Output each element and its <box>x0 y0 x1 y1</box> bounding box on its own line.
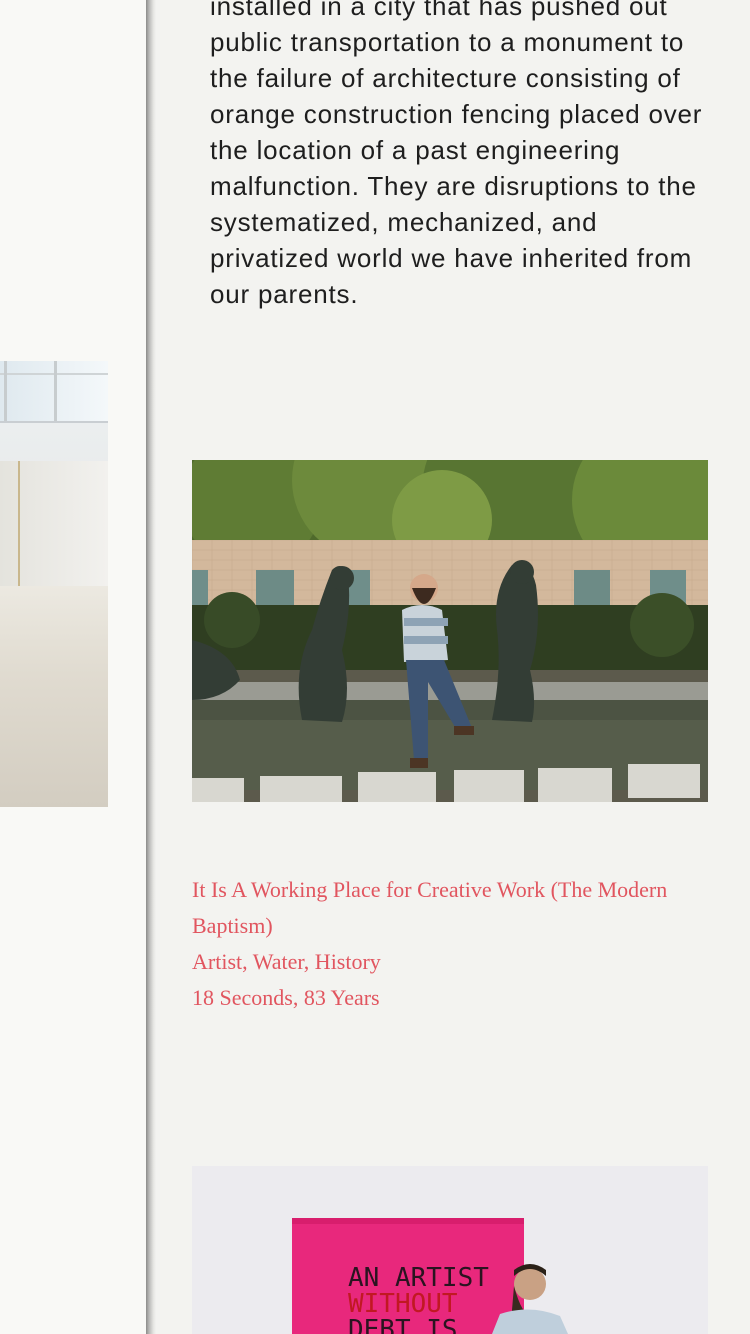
banner-scene: AN ARTIST WITHOUT DEBT IS <box>192 1166 708 1334</box>
panel-divider-shadow <box>146 0 156 1334</box>
left-panel <box>0 0 148 1334</box>
project-caption: It Is A Working Place for Creative Work … <box>192 872 722 1016</box>
gallery-wall <box>0 461 108 586</box>
project-photo[interactable] <box>192 460 708 802</box>
project-tags-link[interactable]: Artist, Water, History <box>192 944 722 980</box>
gallery-room-image[interactable] <box>0 361 108 807</box>
banner-photo[interactable]: AN ARTIST WITHOUT DEBT IS <box>192 1166 708 1334</box>
project-title-link[interactable]: It Is A Working Place for Creative Work … <box>192 872 722 944</box>
intro-paragraph: installed in a city that has pushed out … <box>210 0 703 309</box>
banner-line-3: DEBT IS <box>348 1315 458 1334</box>
project-duration-link[interactable]: 18 Seconds, 83 Years <box>192 980 722 1016</box>
fountain-scene <box>192 460 708 802</box>
gallery-floor <box>0 586 108 807</box>
gallery-window <box>0 361 108 423</box>
